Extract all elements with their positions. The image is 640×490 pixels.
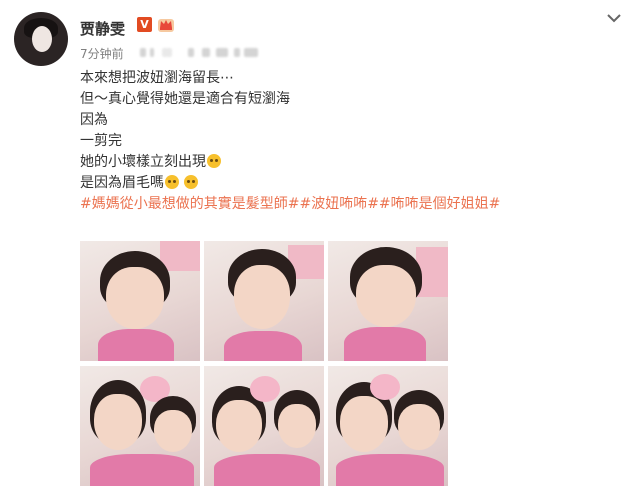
post-text: 本來想把波妞瀏海留長⋯ 但～真心覺得她還是適合有短瀏海 因為 一剪完 她的小壞樣… xyxy=(80,68,620,215)
post-timestamp[interactable]: 7分钟前 xyxy=(80,45,124,62)
smirk-emoji-icon xyxy=(207,154,221,168)
post-line: 但～真心覺得她還是適合有短瀏海 xyxy=(80,91,290,107)
photo-1[interactable] xyxy=(80,241,200,361)
post-line: 是因為眉毛嗎 xyxy=(80,175,164,191)
post-line: 因為 xyxy=(80,112,108,128)
blurred-source-text xyxy=(138,45,268,59)
photo-grid xyxy=(80,241,449,486)
post-line-with-emoji: 是因為眉毛嗎 xyxy=(80,173,620,194)
hashtag-links[interactable]: #媽媽從小最想做的其實是髮型師##波妞咘咘##咘咘是個好姐姐# xyxy=(80,194,620,215)
photo-4[interactable] xyxy=(80,366,200,486)
photo-3[interactable] xyxy=(328,241,448,361)
post-line: 她的小壞樣立刻出現 xyxy=(80,154,206,170)
avatar-face xyxy=(32,26,52,52)
post-line: 一剪完 xyxy=(80,133,122,149)
photo-6[interactable] xyxy=(328,366,448,486)
username[interactable]: 贾静雯 xyxy=(80,18,125,39)
photo-5[interactable] xyxy=(204,366,324,486)
photo-2[interactable] xyxy=(204,241,324,361)
verified-badge-icon: V xyxy=(137,17,152,32)
vip-crown-icon xyxy=(158,19,174,32)
smirk-emoji-icon xyxy=(184,175,199,189)
avatar[interactable] xyxy=(14,12,68,66)
chevron-down-icon[interactable] xyxy=(606,12,622,24)
post-line: 本來想把波妞瀏海留長⋯ xyxy=(80,70,234,86)
post-line-with-emoji: 她的小壞樣立刻出現 xyxy=(80,152,620,173)
thinking-emoji-icon xyxy=(165,175,179,189)
